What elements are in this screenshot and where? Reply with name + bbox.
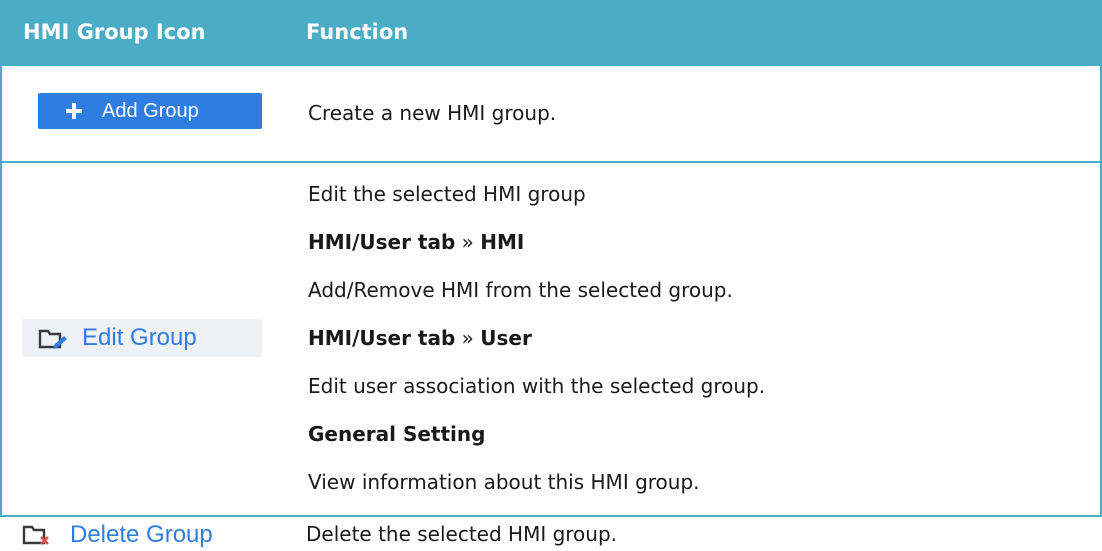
- edit-group-label: Edit Group: [82, 324, 197, 351]
- edit-line-5: Edit user association with the selected …: [308, 374, 766, 398]
- edit-line-1: Edit the selected HMI group: [308, 182, 586, 206]
- add-group-button[interactable]: Add Group: [38, 93, 262, 129]
- add-group-description: Create a new HMI group.: [308, 101, 557, 125]
- folder-delete-icon: [22, 525, 49, 545]
- table-header: HMI Group Icon Function: [0, 0, 1102, 66]
- edit-line-3: Add/Remove HMI from the selected group.: [308, 278, 733, 302]
- header-function: Function: [306, 20, 409, 44]
- add-group-label: Add Group: [102, 99, 199, 122]
- edit-group-button[interactable]: Edit Group: [22, 319, 262, 357]
- hmi-group-icon-table: HMI Group Icon Function Add Group Create…: [0, 0, 1102, 551]
- edit-line-7: View information about this HMI group.: [308, 470, 700, 494]
- plus-icon: [64, 101, 84, 121]
- delete-group-label: Delete Group: [70, 521, 213, 548]
- delete-group-description: Delete the selected HMI group.: [306, 522, 618, 546]
- edit-line-2: HMI/User tab » HMI: [308, 230, 525, 254]
- folder-edit-icon: [38, 329, 67, 349]
- table-row-edit-group: Edit Group Edit the selected HMI group H…: [0, 161, 1102, 515]
- edit-line-4: HMI/User tab » User: [308, 326, 532, 350]
- edit-line-6: General Setting: [308, 422, 486, 446]
- table-row-delete-group: Delete Group Delete the selected HMI gro…: [0, 515, 1102, 551]
- table-row-add-group: Add Group Create a new HMI group.: [0, 66, 1102, 161]
- delete-group-button[interactable]: Delete Group: [0, 519, 260, 551]
- header-hmi-group-icon: HMI Group Icon: [23, 20, 206, 44]
